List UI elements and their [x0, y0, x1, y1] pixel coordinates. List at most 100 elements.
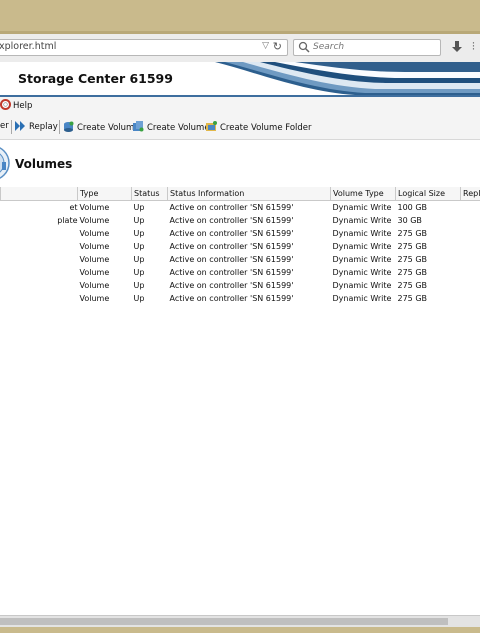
cell-replay	[461, 266, 480, 279]
reload-icon[interactable]: ↻	[273, 40, 282, 53]
cell-status: Up	[133, 281, 145, 290]
cell-type: Volume	[79, 242, 110, 251]
create-volume-folder-label: Create Volume Folder	[220, 123, 312, 133]
address-bar[interactable]: xplorer.html ▽ ↻	[0, 39, 288, 56]
cell-replay	[461, 214, 480, 227]
column-header-type[interactable]: Type	[77, 187, 132, 201]
column-header-logical-size[interactable]: Logical Size	[395, 187, 461, 201]
window-titlebar	[0, 0, 480, 34]
table-row[interactable]: plate Volume Up Active on controller 'SN…	[1, 214, 480, 227]
cell-name	[1, 266, 78, 279]
cell-name	[1, 253, 78, 266]
help-lifebuoy-icon	[0, 99, 11, 110]
volumes-icon	[0, 147, 10, 179]
create-volume-folder-button[interactable]: Create Volume Folder	[206, 121, 312, 133]
toolbar-cut-label: er	[0, 121, 9, 131]
cell-type: Volume	[79, 255, 110, 264]
cell-name: plate	[57, 216, 78, 225]
cell-name	[1, 240, 78, 253]
cell-volume-type: Dynamic Write	[332, 229, 392, 238]
download-icon[interactable]	[450, 39, 464, 55]
column-header-replay[interactable]: Repla	[460, 187, 480, 201]
cell-logical-size: 275 GB	[397, 255, 428, 264]
table-row[interactable]: Volume Up Active on controller 'SN 61599…	[1, 240, 480, 253]
toolbar-separator	[11, 120, 12, 134]
table-row[interactable]: Volume Up Active on controller 'SN 61599…	[1, 266, 480, 279]
more-menu-icon[interactable]: ⫶	[472, 40, 475, 54]
history-dropdown-icon[interactable]: ▽	[262, 41, 269, 51]
column-header-status[interactable]: Status	[131, 187, 168, 201]
cell-logical-size: 275 GB	[397, 229, 428, 238]
create-volumes-button[interactable]: Create Volumes	[133, 121, 214, 133]
cell-replay	[461, 253, 480, 266]
cell-logical-size: 275 GB	[397, 268, 428, 277]
cell-status: Up	[133, 294, 145, 303]
cell-name: et	[69, 203, 78, 212]
browser-navbar: xplorer.html ▽ ↻ Search ⫶	[0, 34, 480, 63]
toolbar-cut-button[interactable]: er	[0, 121, 9, 131]
create-volumes-icon	[133, 121, 144, 132]
section-header: Volumes	[0, 142, 480, 188]
cell-status-information: Active on controller 'SN 61599'	[169, 216, 294, 225]
column-header-volume-type[interactable]: Volume Type	[330, 187, 396, 201]
search-icon	[298, 41, 310, 53]
create-volume-label: Create Volume	[77, 123, 140, 133]
cell-name	[1, 279, 78, 292]
cell-status: Up	[133, 203, 145, 212]
cell-name	[1, 292, 78, 305]
help-menu[interactable]: Help	[0, 99, 32, 111]
replay-label: Replay	[29, 122, 58, 132]
cell-type: Volume	[79, 203, 110, 212]
cell-status-information: Active on controller 'SN 61599'	[169, 294, 294, 303]
horizontal-scrollbar[interactable]	[0, 615, 480, 627]
cell-volume-type: Dynamic Write	[332, 294, 392, 303]
window-bottom-frame	[0, 627, 480, 633]
cell-status: Up	[133, 216, 145, 225]
header-swoosh-graphic	[215, 62, 480, 95]
create-volume-folder-icon	[206, 121, 217, 131]
menu-bar: Help	[0, 97, 480, 115]
cell-replay	[461, 227, 480, 240]
cell-volume-type: Dynamic Write	[332, 281, 392, 290]
table-row[interactable]: Volume Up Active on controller 'SN 61599…	[1, 292, 480, 305]
cell-name	[1, 227, 78, 240]
scrollbar-thumb[interactable]	[0, 618, 448, 625]
create-volume-icon	[64, 121, 74, 132]
section-title: Volumes	[15, 157, 73, 171]
cell-volume-type: Dynamic Write	[332, 216, 392, 225]
cell-logical-size: 275 GB	[397, 242, 428, 251]
app-title: Storage Center 61599	[18, 71, 173, 86]
table-row[interactable]: Volume Up Active on controller 'SN 61599…	[1, 253, 480, 266]
cell-replay	[461, 201, 480, 215]
column-header-status-information[interactable]: Status Information	[167, 187, 331, 201]
cell-logical-size: 275 GB	[397, 281, 428, 290]
cell-volume-type: Dynamic Write	[332, 268, 392, 277]
cell-volume-type: Dynamic Write	[332, 255, 392, 264]
column-header-name[interactable]	[0, 187, 78, 201]
cell-type: Volume	[79, 294, 110, 303]
cell-logical-size: 100 GB	[397, 203, 428, 212]
table-header-row: Type Status Status Information Volume Ty…	[0, 187, 480, 201]
toolbar-separator	[59, 120, 60, 134]
address-url[interactable]: xplorer.html	[0, 41, 56, 52]
replay-button[interactable]: Replay	[15, 121, 58, 132]
cell-type: Volume	[79, 216, 110, 225]
create-volumes-label: Create Volumes	[147, 123, 214, 133]
replay-icon	[15, 121, 25, 131]
page-content: Storage Center 61599 Help er Replay Crea…	[0, 62, 480, 615]
cell-volume-type: Dynamic Write	[332, 203, 392, 212]
cell-type: Volume	[79, 268, 110, 277]
cell-replay	[461, 279, 480, 292]
cell-type: Volume	[79, 229, 110, 238]
table-row[interactable]: et Volume Up Active on controller 'SN 61…	[1, 201, 480, 215]
cell-logical-size: 275 GB	[397, 294, 428, 303]
cell-status: Up	[133, 255, 145, 264]
cell-status: Up	[133, 268, 145, 277]
create-volume-button[interactable]: Create Volume	[63, 121, 140, 133]
cell-replay	[461, 292, 480, 305]
cell-status-information: Active on controller 'SN 61599'	[169, 203, 294, 212]
table-row[interactable]: Volume Up Active on controller 'SN 61599…	[1, 227, 480, 240]
table-row[interactable]: Volume Up Active on controller 'SN 61599…	[1, 279, 480, 292]
search-bar[interactable]: Search	[293, 39, 441, 56]
cell-status-information: Active on controller 'SN 61599'	[169, 242, 294, 251]
